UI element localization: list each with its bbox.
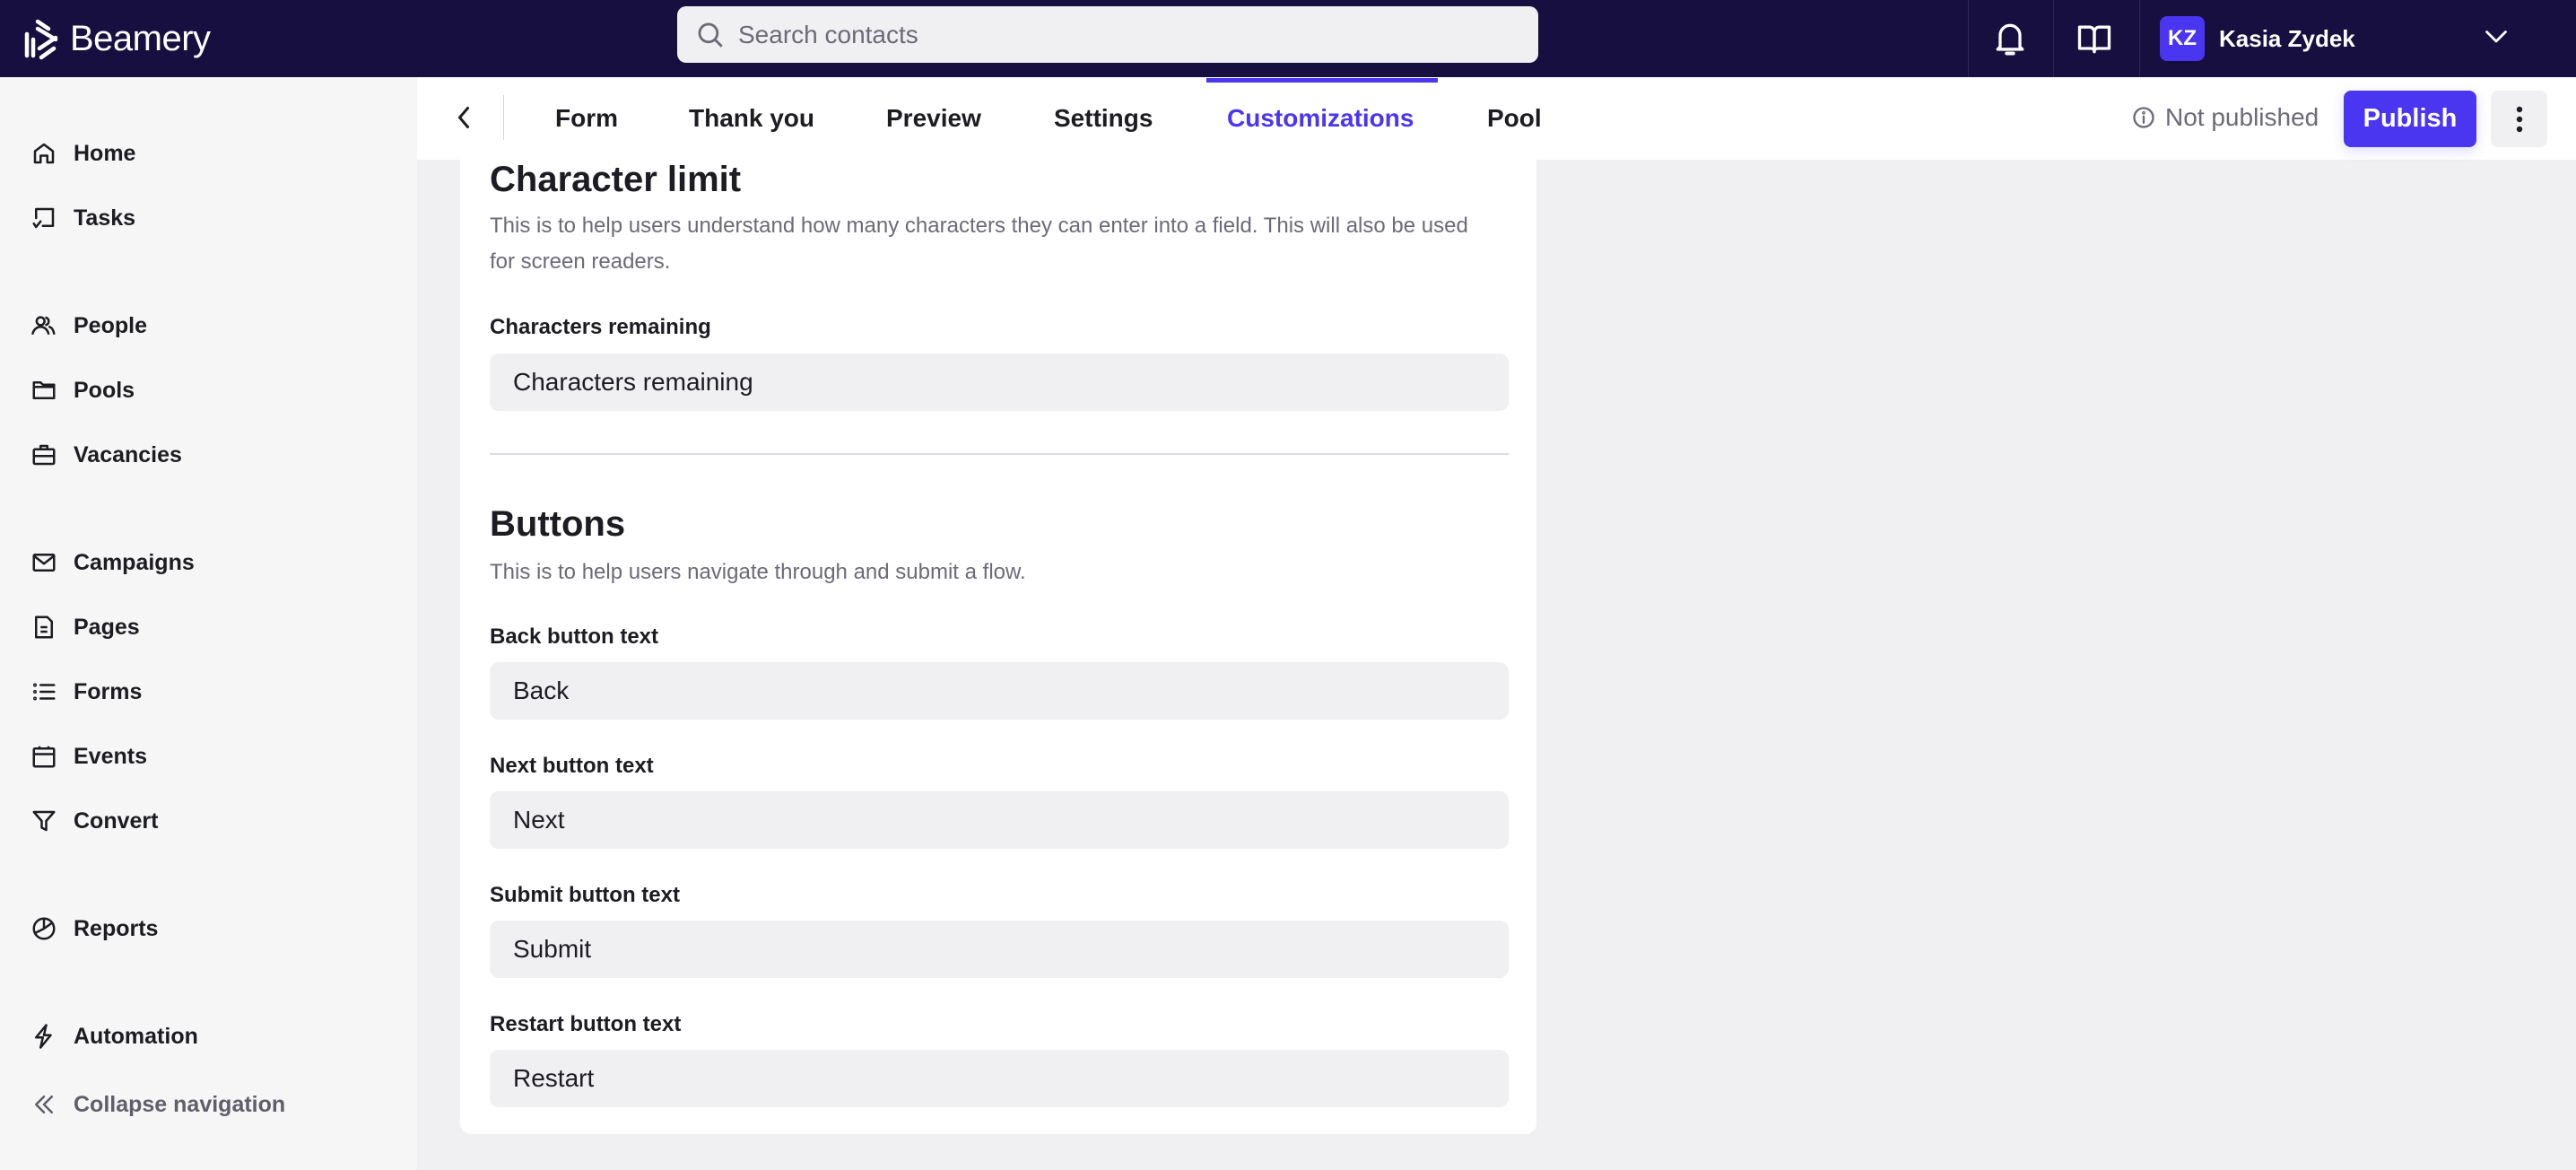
sidebar-item-events[interactable]: Events	[30, 734, 147, 779]
active-tab-indicator	[1206, 78, 1438, 83]
section-divider	[490, 453, 1509, 455]
sidebar-item-label: Tasks	[74, 205, 136, 231]
submit-button-text-label: Submit button text	[490, 883, 680, 907]
next-button-text-input[interactable]	[490, 791, 1509, 849]
sidebar-item-tasks[interactable]: Tasks	[30, 196, 135, 240]
sidebar-item-campaigns[interactable]: Campaigns	[30, 540, 195, 585]
sidebar-item-forms[interactable]: Forms	[30, 669, 142, 714]
user-menu[interactable]: KZ Kasia Zydek	[2160, 13, 2355, 65]
submit-button-text-input[interactable]	[490, 921, 1509, 978]
tab-thank-you[interactable]: Thank you	[689, 77, 814, 160]
tab-form[interactable]: Form	[555, 77, 618, 160]
folder-icon	[32, 381, 56, 399]
sidebar-item-label: Forms	[74, 678, 143, 704]
lightning-icon	[35, 1024, 52, 1049]
document-icon	[35, 616, 53, 639]
sidebar-item-label: Events	[74, 743, 147, 769]
chevron-down-icon[interactable]	[2480, 20, 2512, 52]
list-icon	[33, 683, 56, 701]
sidebar-item-people[interactable]: People	[30, 303, 147, 348]
sidebar-item-home[interactable]: Home	[30, 131, 135, 176]
search-input[interactable]	[738, 20, 1510, 49]
sidebar-item-label: Convert	[74, 808, 159, 834]
buttons-description: This is to help users navigate through a…	[490, 560, 1026, 584]
collapse-navigation-label: Collapse navigation	[74, 1091, 286, 1117]
funnel-icon	[32, 810, 56, 832]
mail-icon	[32, 554, 56, 572]
sidebar-item-label: Pages	[74, 614, 140, 640]
sidebar-item-convert[interactable]: Convert	[30, 799, 158, 843]
help-docs-button[interactable]	[2068, 13, 2120, 65]
chevron-left-icon	[458, 107, 469, 128]
chevrons-left-icon	[35, 1096, 53, 1113]
book-open-icon	[2077, 25, 2111, 54]
people-icon	[31, 316, 56, 335]
sidebar-item-vacancies[interactable]: Vacancies	[30, 432, 182, 477]
sidebar-item-label: Reports	[74, 915, 159, 941]
back-button-text-input[interactable]	[490, 662, 1509, 720]
publish-button[interactable]: Publish	[2344, 91, 2476, 147]
character-limit-title: Character limit	[490, 160, 742, 199]
search-bar[interactable]	[677, 6, 1538, 63]
home-icon	[33, 143, 55, 164]
next-button-text-label: Next button text	[490, 754, 654, 778]
header-divider	[2053, 0, 2054, 77]
restart-button-text-label: Restart button text	[490, 1012, 682, 1036]
sidebar-item-label: Vacancies	[74, 441, 182, 467]
sidebar-item-automation[interactable]: Automation	[30, 1014, 198, 1059]
tasks-icon	[32, 207, 55, 229]
customizations-card: Character limit This is to help users un…	[460, 160, 1536, 1134]
notifications-button[interactable]	[1984, 13, 2036, 65]
info-icon	[2133, 107, 2154, 128]
beamery-logo[interactable]: Beamery	[20, 11, 211, 66]
header-divider	[2139, 0, 2140, 77]
back-button[interactable]	[444, 95, 483, 140]
back-button-text-label: Back button text	[490, 624, 659, 649]
sidebar-item-label: Automation	[74, 1023, 198, 1049]
bell-icon	[1996, 23, 2024, 56]
tab-preview[interactable]: Preview	[886, 77, 981, 160]
sidebar-item-label: Pools	[74, 377, 135, 403]
beamery-logo-icon	[24, 19, 58, 60]
tab-settings[interactable]: Settings	[1054, 77, 1153, 160]
tab-pool[interactable]: Pool	[1487, 77, 1542, 160]
pie-chart-icon	[32, 917, 56, 940]
sidebar-item-pages[interactable]: Pages	[30, 605, 140, 650]
brand-name: Beamery	[70, 18, 211, 58]
characters-remaining-label: Characters remaining	[490, 315, 711, 339]
calendar-icon	[32, 746, 56, 768]
more-options-button[interactable]	[2491, 91, 2547, 147]
tab-customizations[interactable]: Customizations	[1227, 77, 1414, 160]
restart-button-text-input[interactable]	[490, 1050, 1509, 1107]
user-name: Kasia Zydek	[2219, 24, 2355, 52]
subnav-divider	[503, 95, 504, 140]
top-header: Beamery KZ Kasia Zydek	[0, 0, 2576, 77]
characters-remaining-input[interactable]	[490, 354, 1509, 411]
publish-status: Not published	[2131, 97, 2319, 138]
avatar: KZ	[2160, 16, 2205, 61]
header-divider	[1968, 0, 1969, 77]
collapse-navigation-button[interactable]: Collapse navigation	[30, 1082, 285, 1127]
search-icon	[698, 22, 723, 48]
buttons-title: Buttons	[490, 504, 626, 544]
sidebar: Home Tasks People Pools Vacancies Campai…	[0, 77, 417, 1170]
sidebar-item-label: Campaigns	[74, 549, 195, 575]
sidebar-item-reports[interactable]: Reports	[30, 906, 158, 951]
publish-status-text: Not published	[2165, 103, 2319, 131]
character-limit-description: This is to help users understand how man…	[490, 214, 1468, 274]
sidebar-item-label: People	[74, 312, 147, 338]
briefcase-icon	[32, 444, 56, 466]
sidebar-item-label: Home	[74, 140, 136, 166]
sidebar-item-pools[interactable]: Pools	[30, 368, 135, 413]
more-vertical-icon	[2516, 106, 2522, 132]
